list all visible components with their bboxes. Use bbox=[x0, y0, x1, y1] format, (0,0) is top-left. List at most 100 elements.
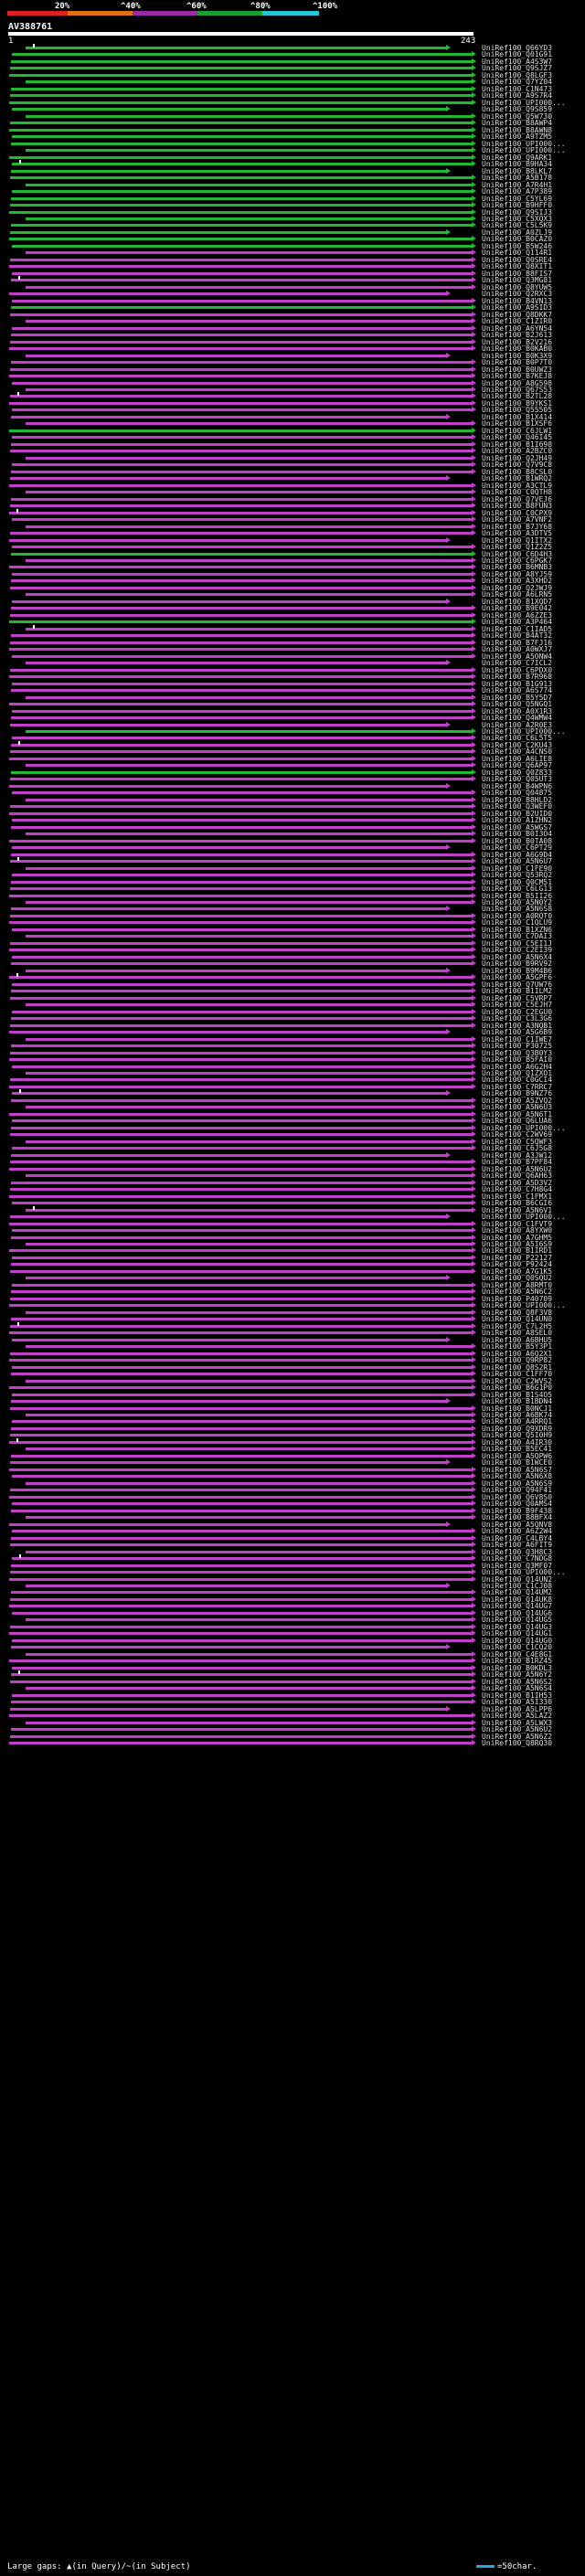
hit-line bbox=[10, 1324, 472, 1328]
hit-line bbox=[11, 279, 472, 282]
hit-line bbox=[10, 395, 472, 398]
hit-arrow-icon bbox=[472, 216, 476, 221]
hit-line bbox=[9, 238, 472, 241]
hit-arrow-icon bbox=[472, 1131, 476, 1138]
hit-arrow-icon bbox=[472, 1726, 476, 1733]
hit-line bbox=[26, 1447, 472, 1451]
hit-arrow-icon bbox=[472, 516, 476, 523]
hit-arrow-icon bbox=[472, 297, 476, 303]
hit-arrow-icon bbox=[472, 1603, 476, 1609]
hit-line bbox=[11, 1044, 472, 1048]
hit-arrow-icon bbox=[472, 715, 476, 721]
hit-arrow-icon bbox=[472, 919, 476, 926]
hit-line bbox=[26, 354, 446, 357]
hit-line bbox=[9, 784, 446, 788]
hit-line bbox=[12, 654, 472, 658]
hit-arrow-icon bbox=[472, 1330, 476, 1336]
hit-line bbox=[10, 1461, 446, 1465]
hit-line bbox=[26, 1072, 472, 1075]
hit-line bbox=[11, 142, 472, 145]
hit-line bbox=[12, 108, 446, 111]
hit-arrow-icon bbox=[472, 523, 476, 529]
hit-arrow-icon bbox=[472, 625, 476, 631]
hit-line bbox=[26, 47, 446, 49]
hit-arrow-icon bbox=[472, 851, 476, 857]
hit-line bbox=[9, 1714, 472, 1718]
hit-line bbox=[26, 1277, 446, 1280]
scale-segment-60 bbox=[133, 11, 197, 16]
hit-arrow-icon bbox=[472, 530, 476, 536]
hit-line bbox=[10, 1352, 472, 1355]
hit-arrow-icon bbox=[472, 1035, 476, 1042]
hit-arrow-icon bbox=[472, 434, 476, 440]
hit-line bbox=[12, 737, 472, 740]
hit-arrow-icon bbox=[472, 926, 476, 932]
hit-arrow-icon bbox=[472, 1322, 476, 1329]
hit-arrow-icon bbox=[472, 1241, 476, 1246]
hit-arrow-icon bbox=[472, 1699, 476, 1705]
hit-line bbox=[10, 586, 472, 589]
hit-label[interactable]: UniRef100_Q8RQ30 bbox=[482, 1739, 552, 1747]
hit-line bbox=[10, 1625, 472, 1628]
hit-arrow-icon bbox=[446, 598, 451, 604]
hit-arrow-icon bbox=[472, 1022, 476, 1028]
hit-arrow-icon bbox=[472, 960, 476, 967]
hit-arrow-icon bbox=[472, 1418, 476, 1425]
hit-arrow-icon bbox=[472, 270, 476, 276]
hit-arrow-icon bbox=[472, 1507, 476, 1513]
hit-arrow-icon bbox=[472, 1562, 476, 1568]
hit-arrow-icon bbox=[472, 1733, 476, 1739]
hit-line bbox=[12, 1229, 472, 1233]
hit-arrow-icon bbox=[472, 1056, 476, 1063]
hit-line bbox=[26, 456, 472, 460]
hit-arrow-icon bbox=[472, 817, 476, 823]
hit-arrow-icon bbox=[472, 1124, 476, 1130]
hit-line bbox=[12, 709, 472, 713]
hit-arrow-icon bbox=[472, 1247, 476, 1254]
hit-line bbox=[26, 627, 472, 631]
hit-arrow-icon bbox=[472, 1542, 476, 1548]
query-gap-icon bbox=[16, 973, 18, 978]
hit-line bbox=[11, 497, 472, 501]
hit-line bbox=[26, 1585, 446, 1587]
hit-arrow-icon bbox=[472, 1172, 476, 1179]
hit-line bbox=[9, 401, 472, 405]
hit-arrow-icon bbox=[446, 1151, 451, 1158]
hit-line bbox=[26, 1516, 472, 1520]
hit-row[interactable]: UniRef100_Q8RQ30 bbox=[0, 1739, 585, 1747]
hit-arrow-icon bbox=[472, 611, 476, 618]
hit-line bbox=[11, 1454, 472, 1458]
hit-line bbox=[12, 53, 472, 57]
hit-line bbox=[10, 1707, 446, 1711]
hit-line bbox=[26, 1550, 472, 1553]
hit-line bbox=[12, 846, 446, 850]
hit-line bbox=[11, 1591, 472, 1595]
hit-line bbox=[26, 285, 472, 289]
hit-arrow-icon bbox=[472, 741, 476, 747]
hit-arrow-icon bbox=[472, 762, 476, 769]
hit-line bbox=[9, 620, 472, 624]
hit-arrow-icon bbox=[446, 721, 451, 727]
hit-arrow-icon bbox=[472, 1097, 476, 1103]
hit-arrow-icon bbox=[472, 1043, 476, 1049]
hit-line bbox=[12, 546, 472, 549]
hit-line bbox=[10, 1734, 472, 1738]
hit-line bbox=[10, 340, 472, 344]
hit-arrow-icon bbox=[472, 652, 476, 659]
hit-line bbox=[26, 935, 472, 938]
hit-line bbox=[26, 866, 472, 870]
hit-arrow-icon bbox=[472, 332, 476, 338]
hit-line bbox=[26, 798, 472, 801]
hit-arrow-icon bbox=[472, 748, 476, 755]
hit-arrow-icon bbox=[446, 536, 451, 543]
hit-line bbox=[10, 1680, 472, 1683]
hit-line bbox=[11, 415, 446, 419]
hit-line bbox=[12, 1065, 472, 1068]
hit-arrow-icon bbox=[472, 810, 476, 816]
hit-arrow-icon bbox=[472, 707, 476, 714]
query-gap-icon bbox=[33, 624, 35, 629]
hit-arrow-icon bbox=[472, 1220, 476, 1226]
hit-line bbox=[9, 921, 472, 925]
hit-line bbox=[26, 764, 472, 768]
hit-arrow-icon bbox=[472, 1637, 476, 1643]
